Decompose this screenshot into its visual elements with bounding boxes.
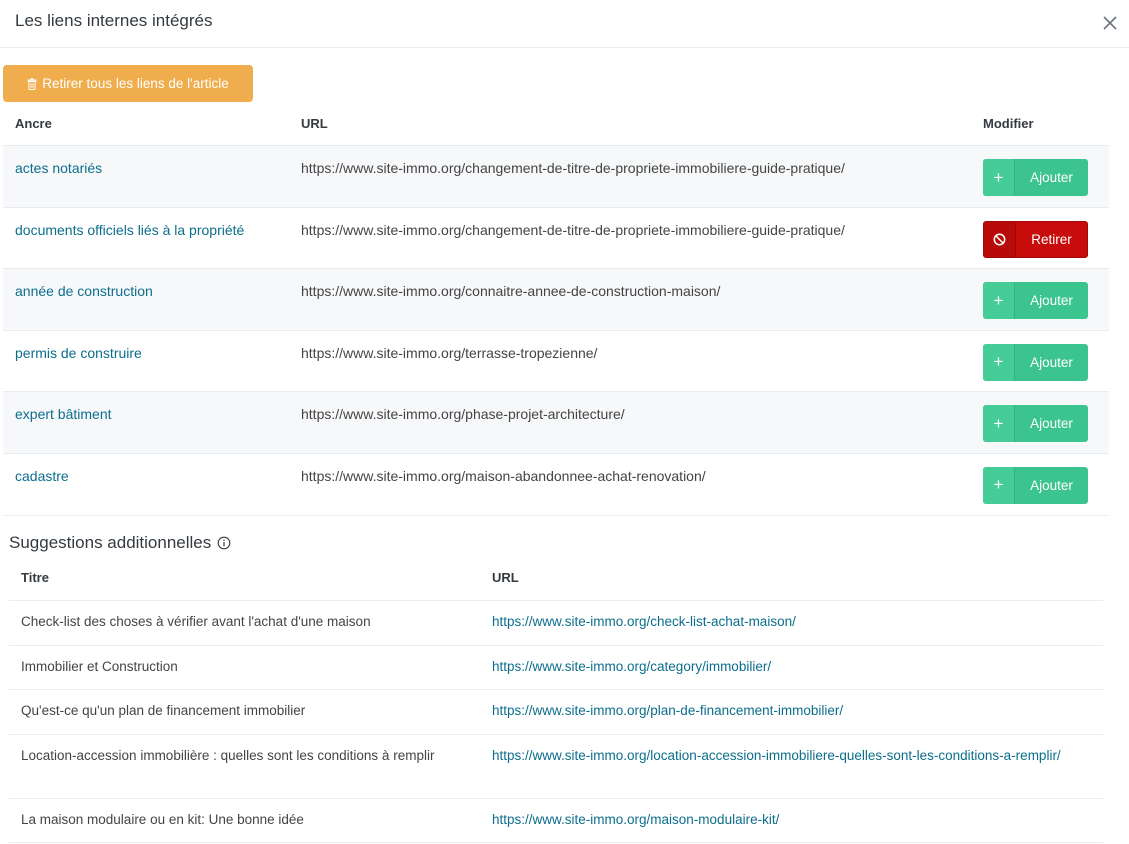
trash-icon bbox=[27, 77, 37, 90]
table-row: année de construction https://www.site-i… bbox=[3, 268, 1109, 330]
internal-links-table: Ancre URL Modifier actes notariés https:… bbox=[3, 102, 1109, 514]
links-table-header: Ancre URL Modifier bbox=[3, 102, 1109, 145]
table-row: actes notariés https://www.site-immo.org… bbox=[3, 145, 1109, 207]
add-link-button[interactable]: + Ajouter bbox=[983, 405, 1088, 442]
info-icon[interactable] bbox=[217, 536, 231, 550]
column-header-anchor: Ancre bbox=[15, 116, 52, 131]
remove-all-label: Retirer tous les liens de l'article bbox=[42, 76, 229, 91]
button-label: Ajouter bbox=[1030, 416, 1073, 431]
anchor-link[interactable]: actes notariés bbox=[15, 160, 102, 176]
plus-icon: + bbox=[983, 405, 1015, 442]
plus-icon: + bbox=[983, 466, 1015, 504]
link-url: https://www.site-immo.org/changement-de-… bbox=[301, 221, 845, 238]
ban-icon bbox=[984, 221, 1016, 257]
modal-header: Les liens internes intégrés bbox=[0, 0, 1129, 48]
add-link-button[interactable]: + Ajouter bbox=[983, 343, 1088, 381]
links-table-divider bbox=[3, 515, 1109, 516]
link-url: https://www.site-immo.org/connaitre-anne… bbox=[301, 283, 721, 299]
suggestion-title: Location-accession immobilière : quelles… bbox=[21, 747, 435, 763]
suggestion-title: Qu'est-ce qu'un plan de financement immo… bbox=[21, 703, 306, 718]
add-link-button[interactable]: + Ajouter bbox=[983, 282, 1088, 319]
remove-all-links-button[interactable]: Retirer tous les liens de l'article bbox=[3, 65, 253, 102]
table-row: cadastre https://www.site-immo.org/maiso… bbox=[3, 452, 1109, 515]
button-label: Ajouter bbox=[1030, 354, 1073, 370]
button-label: Ajouter bbox=[1030, 293, 1073, 308]
plus-icon: + bbox=[983, 282, 1015, 319]
table-row: La maison modulaire ou en kit: Une bonne… bbox=[9, 797, 1103, 843]
button-label: Ajouter bbox=[1030, 477, 1073, 493]
suggestion-title: Immobilier et Construction bbox=[21, 658, 178, 674]
close-icon bbox=[1103, 16, 1117, 30]
remove-link-button[interactable]: Retirer bbox=[983, 220, 1088, 258]
suggestion-title: Check-list des choses à vérifier avant l… bbox=[21, 614, 371, 629]
table-row: expert bâtiment https://www.site-immo.or… bbox=[3, 391, 1109, 453]
anchor-link[interactable]: permis de construire bbox=[15, 345, 142, 361]
close-button[interactable] bbox=[1097, 10, 1123, 36]
column-header-url: URL bbox=[492, 570, 519, 585]
column-header-modify: Modifier bbox=[983, 116, 1034, 131]
anchor-link[interactable]: année de construction bbox=[15, 283, 153, 299]
modal-title: Les liens internes intégrés bbox=[15, 11, 213, 30]
link-url: https://www.site-immo.org/maison-abandon… bbox=[301, 467, 706, 484]
suggestions-table-divider bbox=[9, 842, 1103, 843]
suggestions-table: Titre URL Check-list des choses à vérifi… bbox=[9, 557, 1103, 842]
suggestion-url[interactable]: https://www.site-immo.org/plan-de-financ… bbox=[492, 701, 1092, 721]
table-row: Check-list des choses à vérifier avant l… bbox=[9, 600, 1103, 645]
column-header-url: URL bbox=[301, 116, 328, 131]
table-row: permis de construire https://www.site-im… bbox=[3, 329, 1109, 392]
link-url: https://www.site-immo.org/terrasse-trope… bbox=[301, 344, 598, 361]
add-link-button[interactable]: + Ajouter bbox=[983, 466, 1088, 504]
anchor-link[interactable]: documents officiels liés à la propriété bbox=[15, 222, 244, 238]
link-url: https://www.site-immo.org/phase-projet-a… bbox=[301, 406, 625, 422]
suggestions-table-header: Titre URL bbox=[9, 557, 1103, 600]
add-link-button[interactable]: + Ajouter bbox=[983, 159, 1088, 196]
link-url: https://www.site-immo.org/changement-de-… bbox=[301, 160, 845, 176]
anchor-link[interactable]: expert bâtiment bbox=[15, 406, 112, 422]
column-header-title: Titre bbox=[21, 570, 49, 585]
plus-icon: + bbox=[983, 343, 1015, 381]
suggestion-title: La maison modulaire ou en kit: Une bonne… bbox=[21, 811, 304, 827]
suggestions-heading: Suggestions additionnelles bbox=[9, 533, 231, 553]
suggestions-title: Suggestions additionnelles bbox=[9, 533, 212, 552]
table-row: documents officiels liés à la propriété … bbox=[3, 206, 1109, 269]
suggestion-url[interactable]: https://www.site-immo.org/check-list-ach… bbox=[492, 612, 1092, 632]
button-label: Ajouter bbox=[1030, 170, 1073, 185]
table-row: Qu'est-ce qu'un plan de financement immo… bbox=[9, 689, 1103, 734]
suggestion-url[interactable]: https://www.site-immo.org/location-acces… bbox=[492, 746, 1092, 766]
button-label: Retirer bbox=[1031, 231, 1072, 247]
anchor-link[interactable]: cadastre bbox=[15, 468, 69, 484]
suggestion-url[interactable]: https://www.site-immo.org/category/immob… bbox=[492, 657, 1092, 677]
suggestion-url[interactable]: https://www.site-immo.org/maison-modulai… bbox=[492, 810, 1092, 830]
table-row: Location-accession immobilière : quelles… bbox=[9, 733, 1103, 798]
plus-icon: + bbox=[983, 159, 1015, 196]
table-row: Immobilier et Construction https://www.s… bbox=[9, 644, 1103, 690]
